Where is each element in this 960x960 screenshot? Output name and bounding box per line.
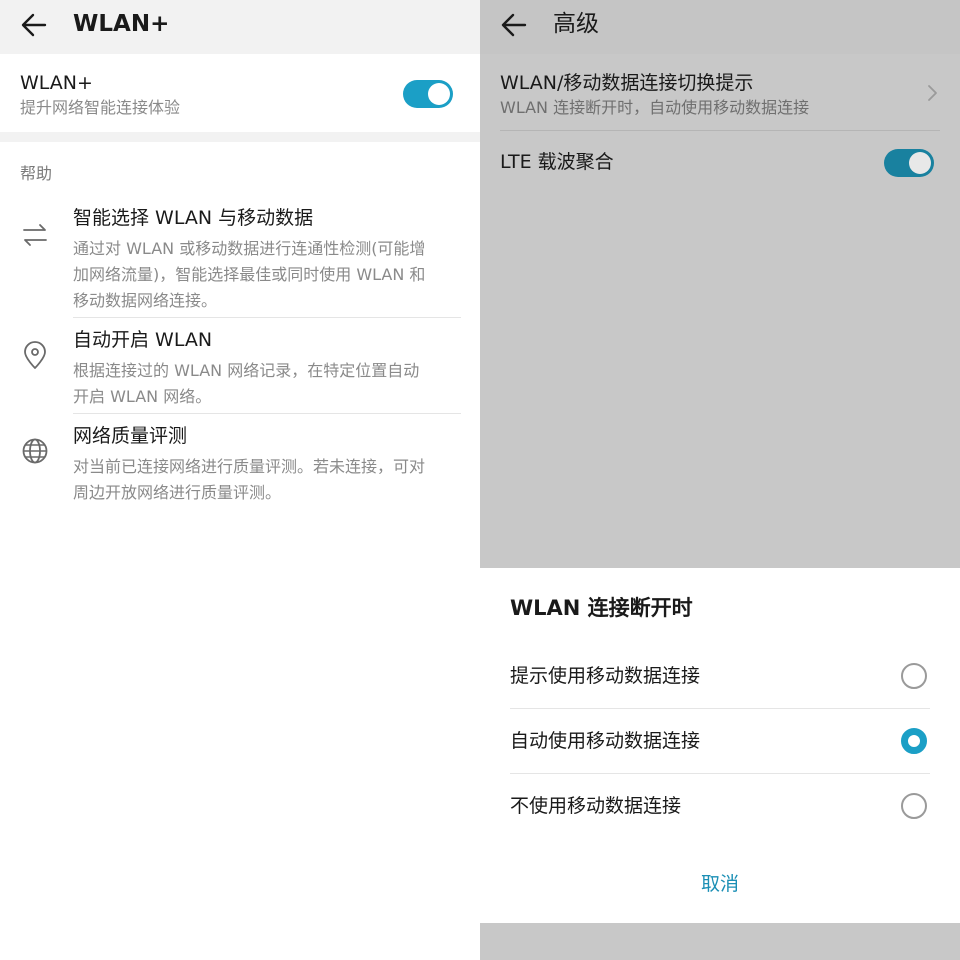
setting-title: WLAN/移动数据连接切换提示 [500,72,754,94]
setting-title: LTE 载波聚合 [500,151,614,173]
location-pin-icon [24,341,46,369]
wlan-disconnect-dialog: WLAN 连接断开时 提示使用移动数据连接 自动使用移动数据连接 不使用移动数据… [480,568,960,923]
divider [73,413,461,414]
switch-prompt-row[interactable]: WLAN/移动数据连接切换提示 WLAN 连接断开时，自动使用移动数据连接 [480,54,960,130]
wlan-plus-screen: WLAN+ WLAN+ 提升网络智能连接体验 帮助 智能选择 WLAN 与移动数… [0,0,480,960]
help-item-smart-select: 智能选择 WLAN 与移动数据 通过对 WLAN 或移动数据进行连通性检测(可能… [0,206,480,318]
option-label: 提示使用移动数据连接 [510,665,701,687]
advanced-screen: 高级 WLAN/移动数据连接切换提示 WLAN 连接断开时，自动使用移动数据连接… [480,0,960,960]
help-item-title: 自动开启 WLAN [73,329,213,351]
description-line: 移动数据网络连接。 [73,291,218,310]
setting-title: WLAN+ [20,72,93,94]
back-arrow-icon[interactable] [20,11,48,39]
toggle-knob [909,152,931,174]
setting-subtitle: WLAN 连接断开时，自动使用移动数据连接 [500,98,810,117]
top-bar: WLAN+ [0,0,480,54]
option-no-mobile-data[interactable]: 不使用移动数据连接 [480,774,960,838]
description-line: 根据连接过的 WLAN 网络记录，在特定位置自动 [73,361,420,380]
description-line: 周边开放网络进行质量评测。 [73,483,282,502]
description-line: 开启 WLAN 网络。 [73,387,212,406]
option-prompt-mobile-data[interactable]: 提示使用移动数据连接 [480,644,960,708]
help-item-quality-eval: 网络质量评测 对当前已连接网络进行质量评测。若未连接，可对 周边开放网络进行质量… [0,424,480,510]
page-title: WLAN+ [73,11,170,37]
help-item-title: 智能选择 WLAN 与移动数据 [73,207,314,229]
radio-button[interactable] [901,663,927,689]
chevron-right-icon [928,85,937,101]
option-auto-mobile-data[interactable]: 自动使用移动数据连接 [480,709,960,773]
top-bar: 高级 [480,0,960,54]
setting-subtitle: 提升网络智能连接体验 [20,98,181,117]
help-item-title: 网络质量评测 [73,425,188,447]
option-label: 自动使用移动数据连接 [510,730,701,752]
radio-button[interactable] [901,793,927,819]
dialog-title: WLAN 连接断开时 [510,596,693,620]
section-gap [0,132,480,142]
option-label: 不使用移动数据连接 [510,795,682,817]
wlan-plus-setting-row[interactable]: WLAN+ 提升网络智能连接体验 [0,54,480,132]
screen: WLAN+ WLAN+ 提升网络智能连接体验 帮助 智能选择 WLAN 与移动数… [0,0,960,960]
lte-toggle[interactable] [884,149,934,177]
toggle-knob [428,83,450,105]
help-item-auto-enable: 自动开启 WLAN 根据连接过的 WLAN 网络记录，在特定位置自动 开启 WL… [0,328,480,414]
radio-button-selected[interactable] [901,728,927,754]
globe-icon [22,438,48,464]
description-line: 加网络流量)，智能选择最佳或同时使用 WLAN 和 [73,265,426,284]
help-item-description: 通过对 WLAN 或移动数据进行连通性检测(可能增 加网络流量)，智能选择最佳或… [73,236,465,314]
description-line: 通过对 WLAN 或移动数据进行连通性检测(可能增 [73,239,426,258]
help-item-description: 根据连接过的 WLAN 网络记录，在特定位置自动 开启 WLAN 网络。 [73,358,465,410]
cancel-button[interactable]: 取消 [480,872,960,896]
lte-aggregation-row[interactable]: LTE 载波聚合 [480,131,960,195]
page-title: 高级 [553,11,599,37]
divider [73,317,461,318]
back-arrow-icon[interactable] [500,11,528,39]
wlan-plus-toggle[interactable] [403,80,453,108]
swap-arrows-icon [23,224,47,246]
description-line: 对当前已连接网络进行质量评测。若未连接，可对 [73,457,426,476]
help-section-label: 帮助 [20,164,53,183]
help-item-description: 对当前已连接网络进行质量评测。若未连接，可对 周边开放网络进行质量评测。 [73,454,465,506]
